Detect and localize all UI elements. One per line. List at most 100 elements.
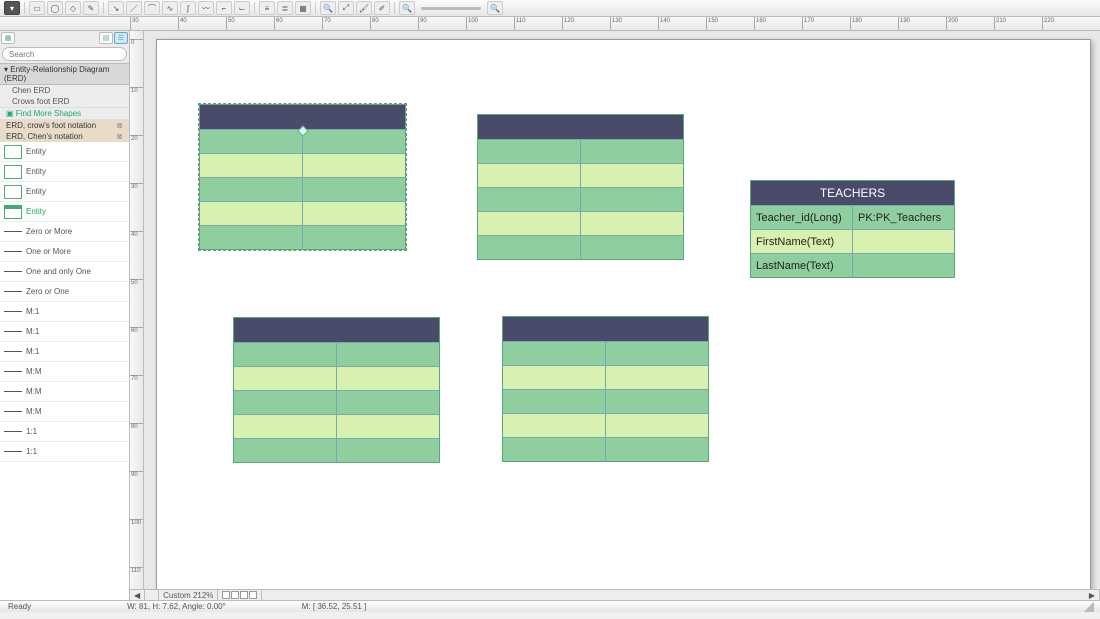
shape-label: M:M bbox=[26, 367, 42, 376]
tool-connector[interactable]: ↘ bbox=[108, 1, 124, 15]
tool-align1[interactable]: ≡ bbox=[259, 1, 275, 15]
view-large-icon[interactable]: ▦ bbox=[1, 32, 15, 44]
tool-poly1[interactable]: ⌐ bbox=[216, 1, 232, 15]
find-more-shapes[interactable]: ▣ Find More Shapes bbox=[0, 107, 129, 120]
tool-line[interactable]: ／ bbox=[126, 1, 142, 15]
shape-list: Entity Entity Entity Entity Zero or More One … bbox=[0, 142, 129, 600]
shape-label: Zero or More bbox=[26, 227, 72, 236]
category-item[interactable]: Chen ERD bbox=[0, 85, 129, 96]
zoom-slider[interactable] bbox=[421, 7, 481, 10]
tool-shapes[interactable]: ◇ bbox=[65, 1, 81, 15]
shape-item[interactable]: M:1 bbox=[0, 322, 129, 342]
shape-label: Zero or One bbox=[26, 287, 69, 296]
shape-label: M:M bbox=[26, 407, 42, 416]
shape-label: Entity bbox=[26, 167, 46, 176]
search-input[interactable] bbox=[2, 47, 127, 61]
tool-zoom2[interactable]: 🔍 bbox=[399, 1, 415, 15]
resize-handle-icon[interactable] bbox=[1084, 602, 1094, 612]
scroll-left-btn[interactable]: ◀ bbox=[130, 590, 145, 600]
shape-item[interactable]: Entity bbox=[0, 202, 129, 222]
zoom-label[interactable]: Custom 212% bbox=[159, 590, 218, 600]
shape-item[interactable]: M:M bbox=[0, 402, 129, 422]
page[interactable]: TEACHERSTeacher_id(Long)PK:PK_TeachersFi… bbox=[156, 39, 1091, 589]
view-list-icon[interactable]: ☰ bbox=[114, 32, 128, 44]
view-grid-icon[interactable]: ▤ bbox=[99, 32, 113, 44]
entity-cell[interactable] bbox=[853, 229, 954, 253]
shape-thumb-icon bbox=[4, 350, 22, 354]
entity-cell[interactable]: FirstName(Text) bbox=[751, 229, 853, 253]
close-icon[interactable]: ⊗ bbox=[116, 121, 123, 130]
tool-rect[interactable]: ▭ bbox=[29, 1, 45, 15]
entity-title: TEACHERS bbox=[751, 181, 954, 205]
category-header[interactable]: ▾ Entity-Relationship Diagram (ERD) bbox=[0, 63, 129, 85]
tool-zoomfit[interactable]: ⤢ bbox=[338, 1, 354, 15]
tool-eyedrop[interactable]: ✐ bbox=[374, 1, 390, 15]
shape-thumb-icon bbox=[4, 390, 22, 394]
shape-item[interactable]: Entity bbox=[0, 182, 129, 202]
shape-label: Entity bbox=[26, 187, 46, 196]
shape-item[interactable]: Zero or More bbox=[0, 222, 129, 242]
canvas-area: 0102030405060708090100110 TEACHERSTeache… bbox=[130, 31, 1100, 600]
library-tab-chen[interactable]: ERD, Chen's notation⊗ bbox=[0, 131, 129, 142]
entity-cell[interactable] bbox=[853, 253, 954, 277]
ruler-vertical: 0102030405060708090100110 bbox=[130, 31, 144, 589]
tool-circle[interactable]: ◯ bbox=[47, 1, 63, 15]
shape-item[interactable]: Zero or One bbox=[0, 282, 129, 302]
status-ready: Ready bbox=[0, 602, 39, 611]
shape-item[interactable]: Entity bbox=[0, 162, 129, 182]
category-item[interactable]: Crows foot ERD bbox=[0, 96, 129, 107]
tool-curve1[interactable]: ∿ bbox=[162, 1, 178, 15]
tool-zoom3[interactable]: 🔍 bbox=[487, 1, 503, 15]
shape-item[interactable]: M:M bbox=[0, 382, 129, 402]
entity-table[interactable] bbox=[233, 317, 440, 463]
shape-label: M:1 bbox=[26, 347, 39, 356]
ruler-horizontal: 3040506070809010011012013014015016017018… bbox=[0, 17, 1100, 31]
shape-thumb-icon bbox=[4, 250, 22, 254]
close-icon[interactable]: ⊗ bbox=[116, 132, 123, 141]
shape-label: 1:1 bbox=[26, 427, 37, 436]
sidebar-view-switch: ▦ ▤ ☰ bbox=[0, 31, 129, 45]
shape-item[interactable]: 1:1 bbox=[0, 442, 129, 462]
shape-item[interactable]: One or More bbox=[0, 242, 129, 262]
canvas-bottom-bar: ◀ Custom 212% ▶ bbox=[130, 589, 1100, 600]
tool-align2[interactable]: ≣ bbox=[277, 1, 293, 15]
tool-paint[interactable]: 🖌 bbox=[356, 1, 372, 15]
menu-button[interactable]: ▾ bbox=[4, 1, 20, 15]
shape-library-panel: ▦ ▤ ☰ ▾ Entity-Relationship Diagram (ERD… bbox=[0, 31, 130, 600]
entity-cell[interactable]: Teacher_id(Long) bbox=[751, 205, 853, 229]
entity-table[interactable] bbox=[199, 104, 406, 250]
shape-label: One and only One bbox=[26, 267, 91, 276]
shape-item[interactable]: M:1 bbox=[0, 302, 129, 322]
tool-free[interactable]: 〰 bbox=[198, 1, 214, 15]
tool-curve2[interactable]: ∫ bbox=[180, 1, 196, 15]
shape-search bbox=[2, 47, 127, 61]
entity-cell[interactable]: LastName(Text) bbox=[751, 253, 853, 277]
shape-item[interactable]: One and only One bbox=[0, 262, 129, 282]
scroll-right-btn[interactable]: ▶ bbox=[1085, 590, 1100, 600]
shape-thumb-icon bbox=[4, 450, 22, 454]
shape-thumb-icon bbox=[4, 205, 22, 219]
shape-label: M:1 bbox=[26, 327, 39, 336]
shape-item[interactable]: Entity bbox=[0, 142, 129, 162]
status-bar: Ready W: 81, H: 7.62, Angle: 0.00° M: [ … bbox=[0, 600, 1100, 612]
tool-note[interactable]: ✎ bbox=[83, 1, 99, 15]
tool-zoom[interactable]: 🔍 bbox=[320, 1, 336, 15]
page-navigator[interactable] bbox=[218, 590, 262, 600]
entity-cell[interactable]: PK:PK_Teachers bbox=[853, 205, 954, 229]
status-mouse: M: [ 36.52, 25.51 ] bbox=[294, 602, 374, 611]
entity-table-teachers[interactable]: TEACHERSTeacher_id(Long)PK:PK_TeachersFi… bbox=[750, 180, 955, 278]
canvas[interactable]: TEACHERSTeacher_id(Long)PK:PK_TeachersFi… bbox=[144, 31, 1100, 589]
shape-thumb-icon bbox=[4, 330, 22, 334]
entity-table[interactable] bbox=[502, 316, 709, 462]
shape-item[interactable]: 1:1 bbox=[0, 422, 129, 442]
shape-item[interactable]: M:1 bbox=[0, 342, 129, 362]
tool-align3[interactable]: ▦ bbox=[295, 1, 311, 15]
tool-poly2[interactable]: ⌙ bbox=[234, 1, 250, 15]
shape-label: One or More bbox=[26, 247, 71, 256]
entity-table[interactable] bbox=[477, 114, 684, 260]
library-tab-crowsfoot[interactable]: ERD, crow's foot notation⊗ bbox=[0, 120, 129, 131]
shape-thumb-icon bbox=[4, 430, 22, 434]
tool-arc[interactable]: ⌒ bbox=[144, 1, 160, 15]
shape-thumb-icon bbox=[4, 410, 22, 414]
shape-item[interactable]: M:M bbox=[0, 362, 129, 382]
